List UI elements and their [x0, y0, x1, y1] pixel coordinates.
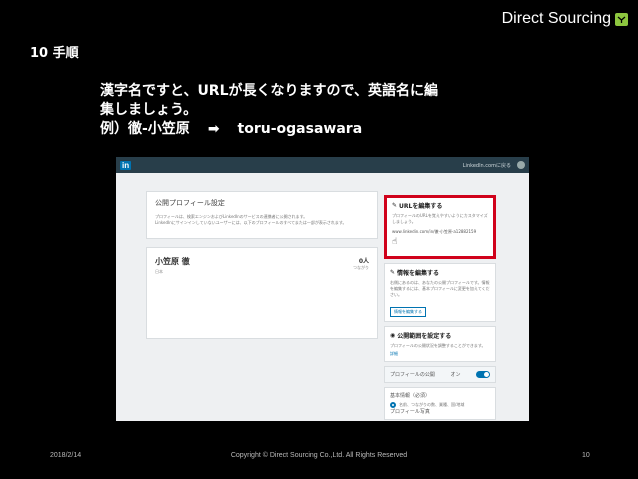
linkedin-screenshot: in LinkedIn.comに戻る 公開プロフィール設定 プロフィールは、検索… — [116, 157, 529, 421]
instruction-line-2: 集しましょう。 — [100, 102, 198, 118]
details-link[interactable]: 詳細 — [390, 351, 490, 357]
visibility-title: ◉ 公開範囲を設定する — [390, 331, 490, 340]
profile-visibility-toggle[interactable] — [475, 371, 490, 378]
profile-url[interactable]: www.linkedin.com/in/徹-小笠原-a12882159 — [392, 229, 488, 235]
brand-name: Direct Sourcing — [501, 10, 611, 27]
settings-desc-2: LinkedInにサインインしていないユーザーには、以下のプロフィールのすべてま… — [155, 220, 347, 225]
toggle-state: オン — [450, 372, 461, 378]
example-result: toru-ogasawara — [237, 121, 363, 137]
edit-info-box: ✎ 情報を編集する 右側にあるのは、あなたの公開プロフィールです。情報を編集する… — [384, 263, 496, 322]
edit-url-desc: プロフィールのURLを覚えやすいようにカスタマイズしましょう。 — [392, 213, 488, 224]
edit-info-button[interactable]: 情報を編集する — [390, 307, 426, 317]
page-number: 10 — [582, 452, 590, 459]
avatar[interactable] — [517, 161, 525, 169]
public-profile-settings-card: 公開プロフィール設定 プロフィールは、検索エンジンおよびLinkedInのサービ… — [146, 191, 378, 239]
linkedin-logo[interactable]: in — [120, 160, 132, 170]
back-to-linkedin-link[interactable]: LinkedIn.comに戻る — [463, 162, 511, 169]
pencil-icon: ✎ — [390, 269, 396, 276]
connections-label: つながり — [353, 265, 369, 270]
photo-label: プロフィール写真 — [390, 409, 430, 415]
edit-url-title-text: URLを編集する — [399, 203, 443, 210]
toggle-label: プロフィールの公開 — [390, 372, 435, 378]
linkedin-header: in LinkedIn.comに戻る — [116, 157, 529, 173]
visibility-desc: プロフィールの公開状況を調整することができます。 — [390, 343, 486, 348]
pencil-icon: ✎ — [392, 202, 398, 209]
edit-url-box: ✎ URLを編集する プロフィールのURLを覚えやすいようにカスタマイズしましょ… — [384, 195, 496, 259]
brand-mark-icon — [615, 12, 628, 26]
basic-info-box: 基本情報（必須） 名前、つながりの数、業種、国/地域 プロフィール写真 — [384, 387, 496, 420]
instruction-line-1: 漢字名ですと、URLが長くなりますので、英語名に編 — [100, 83, 438, 99]
arrow-right-icon: ➡ — [207, 121, 220, 137]
edit-info-title-text: 情報を編集する — [397, 270, 440, 277]
profile-visibility-row: プロフィールの公開 オン — [384, 366, 496, 383]
profile-card: 小笠原 徹 日本 0人 つながり — [146, 247, 378, 339]
settings-title: 公開プロフィール設定 — [155, 199, 225, 207]
visibility-title-text: 公開範囲を設定する — [397, 333, 452, 340]
basic-info-label: 基本情報（必須） — [390, 393, 431, 399]
slide-title: 10 手順 — [30, 46, 79, 61]
edit-info-title: ✎ 情報を編集する — [390, 268, 490, 277]
edit-url-title: ✎ URLを編集する — [392, 201, 488, 210]
edit-info-desc: 右側にあるのは、あなたの公開プロフィールです。情報を編集するには、基本プロフィー… — [390, 280, 490, 297]
connections: 0人 つながり — [353, 256, 369, 271]
example-line: 例）徹-小笠原 ➡ toru-ogasawara — [100, 120, 570, 139]
instruction-text: 漢字名ですと、URLが長くなりますので、英語名に編 集しましょう。 例）徹-小笠… — [100, 82, 570, 139]
profile-name: 小笠原 徹 — [155, 257, 190, 266]
profile-location: 日本 — [155, 269, 163, 274]
eye-icon: ◉ — [390, 332, 396, 339]
visibility-box: ◉ 公開範囲を設定する プロフィールの公開状況を調整することができます。 詳細 — [384, 326, 496, 362]
example-prefix: 例）徹-小笠原 — [100, 121, 190, 137]
connections-count: 0人 — [358, 258, 369, 265]
hand-cursor-icon: ☝ — [392, 237, 398, 247]
brand-logo: Direct Sourcing — [502, 10, 628, 28]
footer-copyright: Copyright © Direct Sourcing Co.,Ltd. All… — [230, 452, 408, 459]
sidebar: ✎ URLを編集する プロフィールのURLを覚えやすいようにカスタマイズしましょ… — [384, 195, 496, 421]
linkedin-content: 公開プロフィール設定 プロフィールは、検索エンジンおよびLinkedInのサービ… — [116, 173, 529, 421]
